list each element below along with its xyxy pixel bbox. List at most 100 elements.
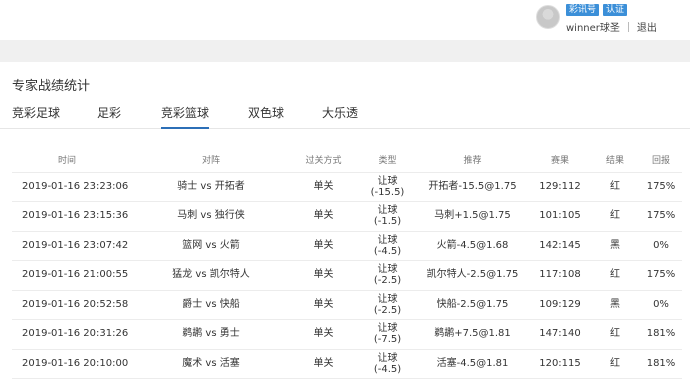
- header-pick: 推荐: [463, 155, 482, 166]
- table-row: 2019-01-16 21:00:55 猛龙 vs 凯尔特人 单关 让球 (-2.…: [12, 260, 682, 291]
- badge-verified: 认证: [603, 4, 628, 16]
- cell-score: 142:145: [530, 231, 590, 261]
- cell-time: 2019-01-16 23:23:06: [12, 171, 135, 202]
- cell-type: 让球 (-2.5): [360, 260, 415, 291]
- cell-pass: 单关: [287, 260, 360, 291]
- cell-return: 0%: [640, 231, 682, 261]
- handicap-value: (-15.5): [370, 186, 405, 198]
- type-label: 让球: [377, 352, 398, 364]
- cell-time: 2019-01-16 21:00:55: [12, 260, 135, 291]
- cell-pass: 单关: [287, 349, 360, 379]
- cell-time: 2019-01-16 23:15:36: [12, 201, 135, 232]
- username[interactable]: winner球圣: [566, 19, 620, 34]
- cell-return: 175%: [640, 171, 682, 202]
- cell-match: 魔术 vs 活塞: [135, 349, 287, 379]
- handicap-value: (-1.5): [373, 216, 402, 228]
- cell-result: 红: [590, 171, 640, 202]
- table-row: 2019-01-16 20:31:26 鹈鹕 vs 勇士 单关 让球 (-7.5)…: [12, 319, 682, 350]
- cell-score: 147:140: [530, 319, 590, 350]
- tab-jingcai-basketball[interactable]: 竞彩篮球: [161, 105, 210, 129]
- cell-score: 129:112: [530, 171, 590, 202]
- cell-match: 鹈鹕 vs 勇士: [135, 319, 287, 350]
- gray-band: [0, 40, 690, 62]
- divider: [627, 21, 629, 32]
- badge-caixunhao: 彩讯号: [566, 4, 600, 16]
- cell-result: 红: [590, 201, 640, 232]
- type-label: 让球: [377, 205, 398, 217]
- cell-return: 0%: [640, 290, 682, 320]
- table-row: 2019-01-16 20:52:58 爵士 vs 快船 单关 让球 (-2.5)…: [12, 290, 682, 320]
- cell-match: 猛龙 vs 凯尔特人: [135, 260, 287, 291]
- cell-pick: 快船-2.5@1.75: [415, 290, 530, 320]
- cell-time: 2019-01-16 20:10:00: [12, 349, 135, 379]
- cell-pick: 开拓者-15.5@1.75: [415, 171, 530, 202]
- cell-type: 让球 (-15.5): [360, 171, 415, 202]
- cell-pass: 单关: [287, 201, 360, 232]
- header-pass: 过关方式: [305, 155, 342, 166]
- table-header-row: 时间 对阵 过关方式 类型 推荐 赛果 结果 回报: [12, 147, 682, 172]
- cell-pass: 单关: [287, 171, 360, 202]
- table-row: 2019-01-16 23:15:36 马刺 vs 独行侠 单关 让球 (-1.5…: [12, 201, 682, 232]
- cell-type: 让球 (-4.5): [360, 231, 415, 261]
- cell-result: 红: [590, 260, 640, 291]
- type-label: 让球: [377, 264, 398, 276]
- header-return: 回报: [651, 155, 670, 166]
- cell-result: 黑: [590, 231, 640, 261]
- cell-result: 红: [590, 349, 640, 379]
- cell-type: 让球 (-4.5): [360, 349, 415, 379]
- handicap-value: (-2.5): [373, 304, 402, 316]
- tab-jingcai-football[interactable]: 竞彩足球: [12, 105, 60, 129]
- table-row: 2019-01-16 23:23:06 骑士 vs 开拓者 单关 让球 (-15.…: [12, 171, 682, 202]
- stats-panel: 专家战绩统计 竞彩足球 足彩 竞彩篮球 双色球 大乐透 时间 对阵 过关方式 类…: [0, 62, 690, 385]
- type-label: 让球: [377, 293, 398, 305]
- avatar[interactable]: [536, 5, 560, 29]
- cell-pick: 活塞-4.5@1.81: [415, 349, 530, 379]
- cell-match: 马刺 vs 独行侠: [135, 201, 287, 232]
- cell-result: 红: [590, 319, 640, 350]
- cell-pass: 单关: [287, 231, 360, 261]
- cell-pick: 火箭-4.5@1.68: [415, 231, 530, 261]
- cell-time: 2019-01-16 20:31:26: [12, 319, 135, 350]
- cell-time: 2019-01-16 23:07:42: [12, 231, 135, 261]
- cell-type: 让球 (-2.5): [360, 290, 415, 320]
- tab-daletou[interactable]: 大乐透: [322, 105, 358, 129]
- lottery-tabs: 竞彩足球 足彩 竞彩篮球 双色球 大乐透: [0, 105, 690, 129]
- cell-score: 109:129: [530, 290, 590, 320]
- header-match: 对阵: [201, 155, 220, 166]
- handicap-value: (-4.5): [373, 363, 402, 375]
- cell-return: 181%: [640, 319, 682, 350]
- cell-type: 让球 (-7.5): [360, 319, 415, 350]
- handicap-value: (-7.5): [373, 334, 402, 346]
- cell-match: 爵士 vs 快船: [135, 290, 287, 320]
- type-label: 让球: [377, 323, 398, 335]
- logout-link[interactable]: 退出: [637, 19, 657, 34]
- user-line: winner球圣 退出: [566, 19, 657, 34]
- header-score: 赛果: [550, 155, 569, 166]
- cell-time: 2019-01-16 20:52:58: [12, 290, 135, 320]
- header-type: 类型: [378, 155, 397, 166]
- cell-pick: 鹈鹕+7.5@1.81: [415, 319, 530, 350]
- header-result: 结果: [605, 155, 624, 166]
- top-bar: 彩讯号 认证 winner球圣 退出: [0, 0, 690, 40]
- cell-return: 175%: [640, 201, 682, 232]
- cell-return: 181%: [640, 349, 682, 379]
- table-row: 2019-01-16 23:07:42 篮网 vs 火箭 单关 让球 (-4.5)…: [12, 231, 682, 261]
- user-badges: 彩讯号 认证: [566, 4, 628, 16]
- cell-match: 骑士 vs 开拓者: [135, 171, 287, 202]
- type-label: 让球: [377, 175, 398, 187]
- header-time: 时间: [58, 155, 77, 166]
- panel-title: 专家战绩统计: [12, 79, 91, 94]
- records-table: 时间 对阵 过关方式 类型 推荐 赛果 结果 回报 2019-01-16 23:…: [12, 147, 682, 379]
- tab-zucai[interactable]: 足彩: [97, 105, 121, 129]
- cell-score: 101:105: [530, 201, 590, 232]
- cell-pick: 凯尔特人-2.5@1.75: [415, 260, 530, 291]
- tab-double-color-ball[interactable]: 双色球: [248, 105, 284, 129]
- cell-score: 117:108: [530, 260, 590, 291]
- table-row: 2019-01-16 20:10:00 魔术 vs 活塞 单关 让球 (-4.5)…: [12, 349, 682, 379]
- cell-result: 黑: [590, 290, 640, 320]
- cell-pass: 单关: [287, 319, 360, 350]
- cell-match: 篮网 vs 火箭: [135, 231, 287, 261]
- handicap-value: (-4.5): [373, 245, 402, 257]
- cell-pass: 单关: [287, 290, 360, 320]
- handicap-value: (-2.5): [373, 275, 402, 287]
